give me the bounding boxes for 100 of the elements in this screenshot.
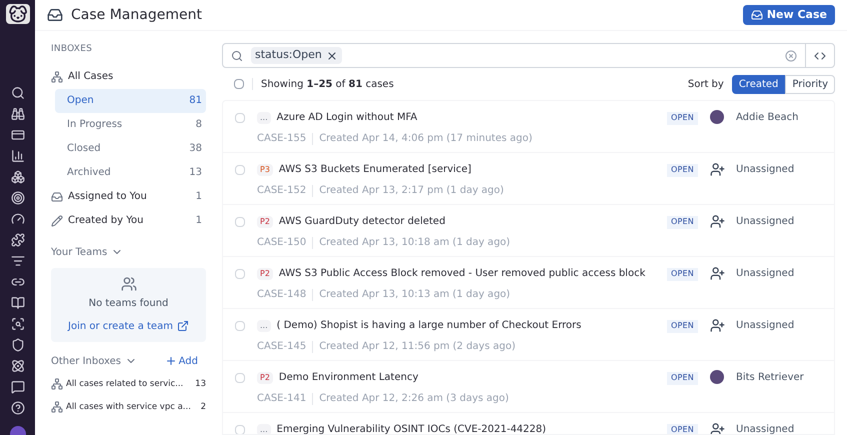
created-time: Created Apr 13, 2:17 pm (1 day ago) (319, 184, 504, 198)
pencil-icon (51, 214, 63, 226)
case-id: CASE-150 (257, 236, 306, 250)
add-user-icon[interactable] (710, 266, 725, 281)
priority-badge: P2 (257, 268, 273, 280)
filter-tag[interactable]: status:Open (251, 47, 342, 64)
nav-icon[interactable] (10, 380, 24, 394)
priority-badge: ... (257, 424, 271, 434)
row-checkbox[interactable] (235, 321, 245, 331)
nav-icon[interactable] (10, 212, 24, 226)
cases-icon (51, 70, 63, 82)
teams-heading[interactable]: Your Teams (51, 244, 206, 260)
select-all-checkbox[interactable] (234, 79, 244, 89)
dog-logo-icon[interactable] (6, 4, 30, 24)
plus-icon (164, 355, 177, 367)
add-user-icon[interactable] (710, 318, 725, 333)
add-user-icon[interactable] (710, 162, 725, 177)
case-row[interactable]: P2 AWS S3 Public Access Block removed - User removed public access block CASE-148 Created Apr 13, 10:13 am (1 day ago) OPEN Unassigned (223, 257, 834, 309)
case-row[interactable]: P2 AWS GuardDuty detector deleted CASE-150 Created Apr 13, 10:18 am (1 day ago) OPEN Unassigned (223, 205, 834, 257)
assignee-name: Unassigned (736, 423, 794, 434)
nav-icon[interactable] (10, 86, 24, 100)
add-user-icon[interactable] (710, 214, 725, 229)
inbox-item[interactable]: All cases related to servic... 13 (51, 372, 206, 396)
add-button[interactable]: Add (164, 354, 198, 368)
nav-icon[interactable] (10, 338, 24, 352)
inbox-item[interactable]: All Cases (51, 64, 206, 88)
inbox-item[interactable]: Closed 38 (55, 136, 206, 160)
nav-icon[interactable] (10, 149, 24, 163)
status-badge: OPEN (667, 112, 698, 125)
created-time: Created Apr 14, 4:06 pm (17 minutes ago) (319, 132, 532, 146)
case-title[interactable]: Azure AD Login without MFA (276, 110, 418, 125)
page-title: Case Management (71, 6, 202, 24)
cases-icon (51, 378, 63, 390)
nav-icon[interactable] (10, 233, 24, 247)
case-title[interactable]: ( Demo) Shopist is having a large number of Checkout Errors (276, 318, 582, 333)
users-icon (120, 276, 136, 292)
case-title[interactable]: AWS S3 Buckets Enumerated [service] (278, 162, 472, 177)
sort-option[interactable]: Created (732, 74, 786, 94)
case-title[interactable]: AWS GuardDuty detector deleted (278, 214, 446, 229)
status-badge: OPEN (667, 424, 698, 434)
assignee-name: Addie Beach (736, 111, 798, 125)
nav-icon[interactable] (10, 401, 24, 415)
case-row[interactable]: ... Azure AD Login without MFA CASE-155 Created Apr 14, 4:06 pm (17 minutes ago) OPEN Addie Beach (223, 101, 834, 153)
code-icon[interactable] (814, 50, 826, 62)
case-row[interactable]: ... ( Demo) Shopist is having a large number of Checkout Errors CASE-145 Created Apr 12, 11:56 pm (2 days ago) OPEN Unassigned (223, 309, 834, 361)
case-id: CASE-155 (257, 132, 306, 146)
inbox-item[interactable]: Open 81 (55, 88, 206, 112)
new-case-button[interactable]: New Case (742, 5, 835, 25)
close-icon[interactable] (326, 50, 338, 62)
case-id: CASE-141 (257, 392, 306, 406)
other-inboxes-heading[interactable]: Other Inboxes (51, 354, 137, 368)
inbox-item[interactable]: Assigned to You 1 (51, 184, 206, 208)
row-checkbox[interactable] (235, 217, 245, 227)
status-badge: OPEN (667, 216, 698, 229)
created-time: Created Apr 12, 2:26 am (3 days ago) (319, 392, 509, 406)
add-user-icon[interactable] (710, 422, 725, 434)
assignee-name: Bits Retriever (736, 371, 804, 385)
assignee-name: Unassigned (736, 267, 794, 281)
row-checkbox[interactable] (235, 269, 245, 279)
nav-icon[interactable] (10, 170, 24, 184)
case-title[interactable]: AWS S3 Public Access Block removed - User removed public access block (278, 266, 646, 281)
search-field[interactable]: status:Open (222, 43, 835, 68)
nav-icon[interactable] (10, 359, 24, 373)
case-row[interactable]: P2 Demo Environment Latency CASE-141 Created Apr 12, 2:26 am (3 days ago) OPEN Bits Retriever (223, 361, 834, 413)
case-title[interactable]: Demo Environment Latency (278, 370, 418, 385)
status-badge: OPEN (667, 268, 698, 281)
status-badge: OPEN (667, 320, 698, 333)
inbox-item[interactable]: In Progress 8 (55, 112, 206, 136)
join-team-link[interactable]: Join or create a team (68, 318, 189, 334)
priority-badge: P3 (257, 164, 273, 176)
inbox-item[interactable]: Created by You 1 (51, 208, 206, 232)
section-heading: INBOXES (51, 43, 94, 56)
status-badge: OPEN (667, 372, 698, 385)
row-checkbox[interactable] (235, 165, 245, 175)
inbox-icon (47, 7, 63, 23)
row-checkbox[interactable] (235, 373, 245, 383)
row-checkbox[interactable] (235, 425, 245, 434)
case-title[interactable]: Emerging Vulnerability OSINT IOCs (CVE-2021-44228) (276, 422, 546, 434)
sort-option[interactable]: Priority (785, 74, 835, 94)
avatar-icon (710, 370, 724, 384)
results-count: Showing 1–25 of 81 cases (261, 78, 394, 92)
avatar-icon (710, 110, 724, 124)
case-row[interactable]: P3 AWS S3 Buckets Enumerated [service] CASE-152 Created Apr 13, 2:17 pm (1 day ago) OPEN Unassigned (223, 153, 834, 205)
nav-icon[interactable] (10, 107, 24, 121)
case-row[interactable]: ... Emerging Vulnerability OSINT IOCs (CVE-2021-44228) OPEN Unassigned (223, 413, 834, 434)
inbox-icon (750, 9, 763, 21)
inbox-item[interactable]: Archived 13 (55, 160, 206, 184)
sort-label: Sort by (688, 78, 724, 92)
case-id: CASE-152 (257, 184, 306, 198)
nav-icon[interactable] (10, 128, 24, 142)
clear-icon[interactable] (785, 50, 797, 62)
assignee-name: Unassigned (736, 163, 794, 177)
nav-icon[interactable] (10, 317, 24, 331)
nav-icon[interactable] (10, 296, 24, 310)
inbox-item[interactable]: All cases with service vpc a... 2 (51, 396, 206, 418)
row-checkbox[interactable] (235, 113, 245, 123)
priority-badge: ... (257, 112, 271, 124)
nav-icon[interactable] (10, 254, 24, 268)
nav-icon[interactable] (10, 191, 24, 205)
priority-badge: P2 (257, 216, 273, 228)
